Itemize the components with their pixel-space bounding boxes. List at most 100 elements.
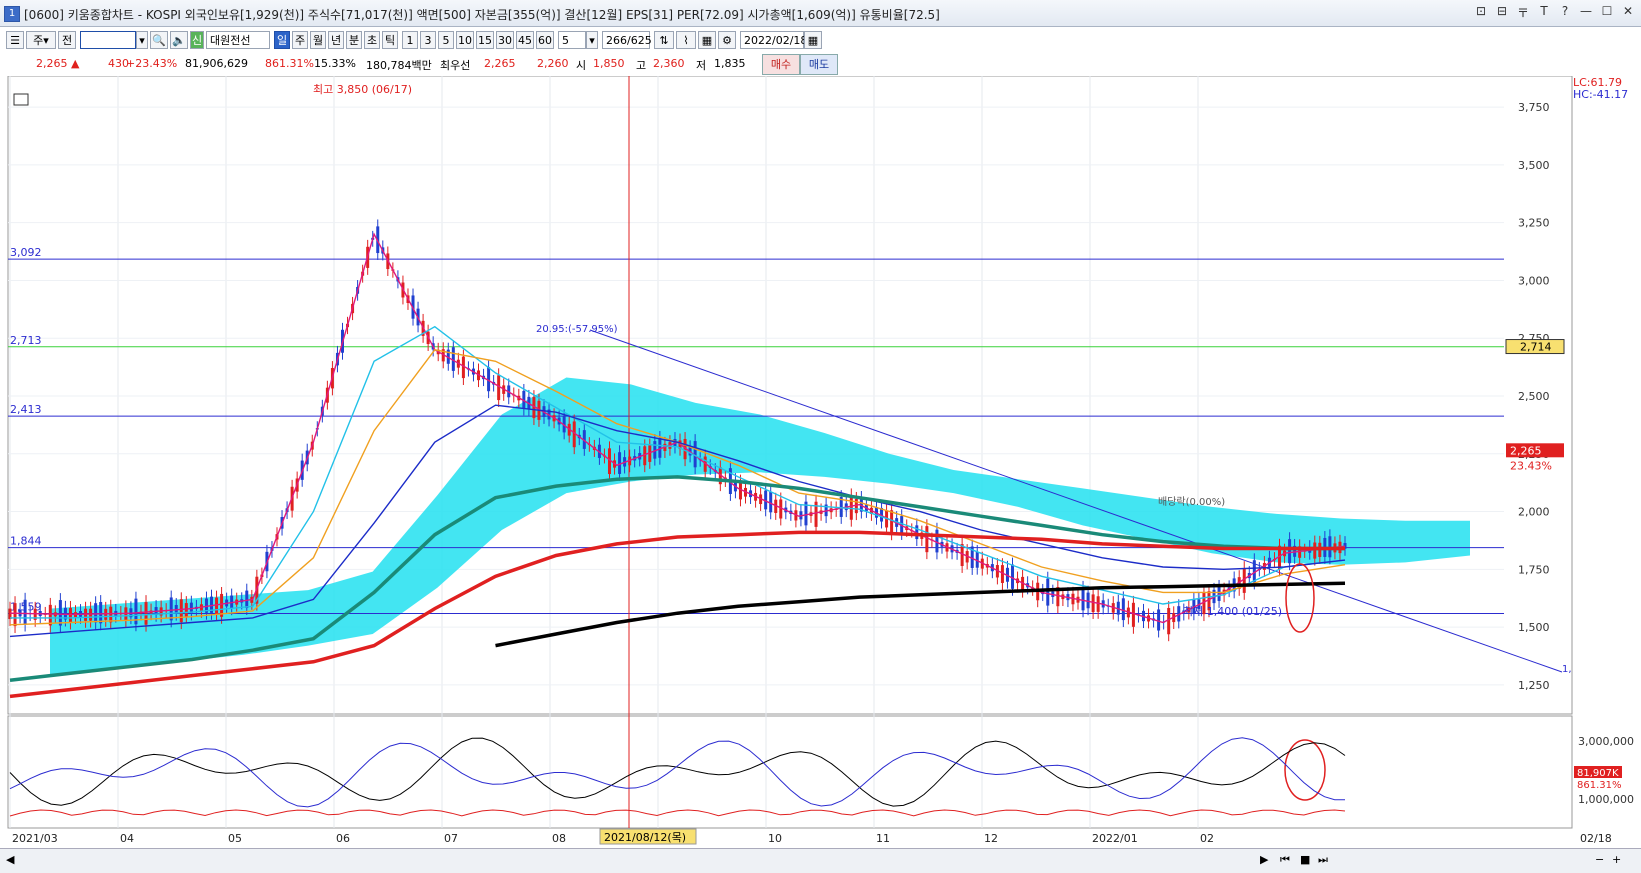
speaker-icon[interactable]: 🔈 (170, 31, 188, 49)
interval-minute-tab[interactable]: 분 (346, 31, 362, 49)
candle-body (1091, 594, 1095, 613)
x-tick-label: 12 (984, 832, 998, 845)
stock-code-input[interactable]: 006340 (80, 31, 136, 49)
candle-type-icon[interactable]: ⇅ (654, 31, 674, 49)
x-tick-label: 2022/01 (1092, 832, 1138, 845)
close-icon[interactable]: ✕ (1621, 4, 1635, 21)
y-tick-label: 3,750 (1518, 101, 1550, 114)
interval-year-tab[interactable]: 년 (328, 31, 344, 49)
marker-label: 2,714 (1520, 341, 1552, 354)
stock-name-field[interactable]: 대원전선 (206, 31, 270, 49)
price-chart[interactable]: 3,0922,7132,4131,8441,559 최고 3,850 (06/1… (0, 76, 1641, 848)
minute-1-button[interactable]: 1 (402, 31, 418, 49)
candle-body (935, 529, 939, 553)
minute-45-button[interactable]: 45 (516, 31, 534, 49)
calendar-icon[interactable]: ▦ (804, 31, 822, 49)
volume-pct-label: 861.31% (1577, 780, 1622, 791)
low-value: 1,835 (714, 57, 746, 70)
chart-toolbar: ☰ 주▾ 전 006340 ▾ 🔍 🔈 신 대원전선 일 주 월 년 분 초 틱… (0, 28, 1641, 52)
maximize-icon[interactable]: ☐ (1600, 4, 1614, 21)
volume-pct: 861.31% (265, 57, 314, 70)
first-page-icon[interactable]: ⏮ (1280, 853, 1290, 867)
buy-button[interactable]: 매수 (762, 54, 800, 75)
settings-gear-icon[interactable]: ⚙ (718, 31, 736, 49)
candle-body (13, 603, 17, 627)
price-value: 2,265 ▲ (36, 57, 80, 70)
minute-10-button[interactable]: 10 (456, 31, 474, 49)
candle-body (1157, 609, 1161, 631)
restore-screen-icon[interactable]: ⊟ (1495, 4, 1509, 21)
interval-second-tab[interactable]: 초 (364, 31, 380, 49)
sell-button[interactable]: 매도 (800, 54, 838, 75)
high-annotation: 최고 3,850 (06/17) (313, 83, 412, 96)
candle-body (124, 607, 128, 621)
open-value: 1,850 (593, 57, 625, 70)
candle-body (109, 606, 113, 623)
period-label: 주 (33, 34, 44, 47)
dividend-annotation: 배당락(0.00%) (1158, 496, 1225, 508)
level-label: 2,413 (10, 403, 42, 416)
stop-icon[interactable]: ■ (1300, 853, 1310, 866)
scroll-left-icon[interactable]: ◀ (6, 853, 14, 866)
best-ask-value: 2,265 (484, 57, 516, 70)
minute-15-button[interactable]: 15 (476, 31, 494, 49)
minute-30-button[interactable]: 30 (496, 31, 514, 49)
grid-icon[interactable]: ▦ (698, 31, 716, 49)
y-tick-label: 3,000 (1518, 274, 1550, 287)
high-value: 2,360 (653, 57, 685, 70)
minimize-icon[interactable]: — (1579, 4, 1593, 21)
interval-month-tab[interactable]: 월 (310, 31, 326, 49)
minute-5-button[interactable]: 5 (438, 31, 454, 49)
level-label: 3,092 (10, 246, 42, 259)
interval-week-tab[interactable]: 주 (292, 31, 308, 49)
prev-button[interactable]: 전 (58, 31, 76, 49)
range-field[interactable]: 266/625 (602, 31, 652, 49)
code-dropdown-icon[interactable]: ▾ (136, 31, 148, 49)
y-tick-label: 3,500 (1518, 159, 1550, 172)
scroll-right-icon[interactable]: ▶ (1260, 853, 1268, 866)
zoom-in-icon[interactable]: + (1612, 853, 1621, 866)
candle-body (1081, 587, 1085, 611)
high-label: 고 (636, 59, 647, 72)
candle-body (497, 375, 501, 401)
candle-body (169, 597, 173, 621)
x-tick-label: 2021/03 (12, 832, 58, 845)
best-quote-label: 최우선 (440, 59, 471, 72)
y-tick-label: 3,250 (1518, 217, 1550, 230)
interval-tick-tab[interactable]: 틱 (382, 31, 398, 49)
y-tick-label: 2,500 (1518, 390, 1550, 403)
range-value: 266 (606, 34, 627, 47)
x-tick-label: 11 (876, 832, 890, 845)
minute-60-button[interactable]: 60 (536, 31, 554, 49)
help-icon[interactable]: ? (1558, 4, 1572, 21)
count-input[interactable]: 5 (558, 31, 586, 49)
font-icon[interactable]: T (1537, 4, 1551, 21)
count-dropdown-icon[interactable]: ▾ (586, 31, 598, 49)
candle-body (144, 602, 148, 625)
pin-icon[interactable]: 〒 (1516, 4, 1530, 21)
trend-annotation: 20.95:(-57.95%) (536, 324, 618, 335)
y-tick-label: 1,500 (1518, 621, 1550, 634)
last-page-icon[interactable]: ⏭ (1318, 853, 1328, 867)
period-select[interactable]: 주▾ (26, 31, 56, 49)
interval-day-tab[interactable]: 일 (274, 31, 290, 49)
chart-settings-icon[interactable] (13, 93, 29, 106)
chart-scrollbar[interactable]: ◀ ▶ ⏮ ■ ⏭ − + (0, 848, 1641, 873)
candle-body (618, 452, 622, 474)
minute-3-button[interactable]: 3 (420, 31, 436, 49)
link-icon[interactable]: ⊡ (1474, 4, 1488, 21)
line-type-icon[interactable]: ⌇ (676, 31, 696, 49)
menu-icon[interactable]: ☰ (6, 31, 24, 49)
x-axis: 2021/030405060708091011122022/010202/18 (12, 832, 1612, 845)
zoom-out-icon[interactable]: − (1595, 853, 1604, 866)
app-number-icon: 1 (4, 6, 20, 22)
x-tick-label: 05 (228, 832, 242, 845)
y-tick-label: 1,250 (1518, 679, 1550, 692)
search-icon[interactable]: 🔍 (150, 31, 168, 49)
x-tick-label: 02/18 (1580, 832, 1612, 845)
volume-tick-1: 3,000,000 (1578, 735, 1634, 748)
date-input[interactable]: 2022/02/18 (740, 31, 807, 49)
candle-body (925, 526, 929, 553)
window-title: [0600] 키움종합차트 - KOSPI 외국인보유[1,929(천)] 주식… (24, 8, 940, 22)
candle-body (1046, 578, 1050, 606)
